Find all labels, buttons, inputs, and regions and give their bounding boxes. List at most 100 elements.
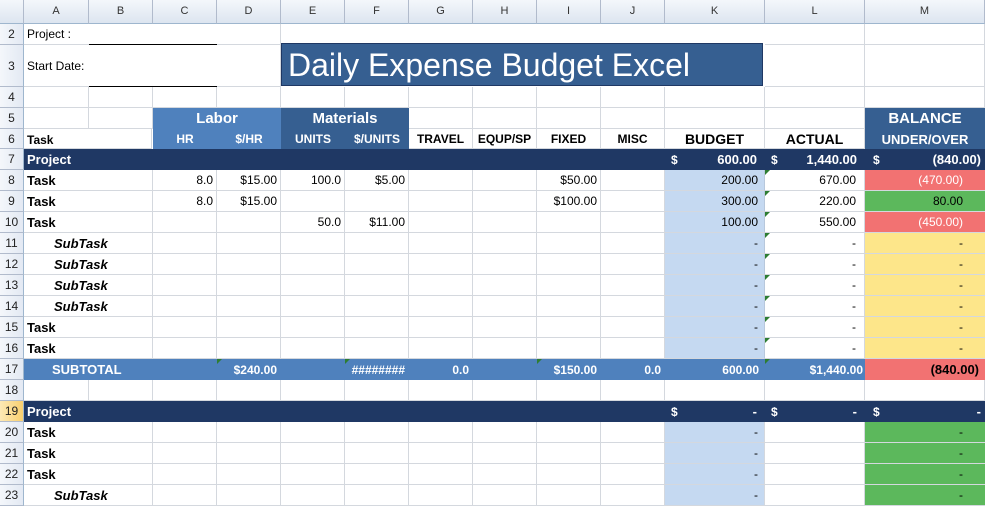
- units-cell[interactable]: 100.0: [281, 170, 345, 191]
- empty-cell[interactable]: [217, 485, 281, 506]
- travel-cell[interactable]: [409, 170, 473, 191]
- fixed-cell[interactable]: $100.00: [537, 191, 601, 212]
- travel-cell[interactable]: [409, 296, 473, 317]
- row-header-17[interactable]: 17: [0, 359, 24, 380]
- row-header-3[interactable]: 3: [0, 45, 24, 87]
- column-header-f[interactable]: F: [345, 0, 409, 24]
- empty-cell[interactable]: [24, 87, 89, 108]
- empty-cell[interactable]: [765, 380, 865, 401]
- empty-cell[interactable]: [153, 380, 217, 401]
- fixed-cell[interactable]: $50.00: [537, 170, 601, 191]
- fixed-cell[interactable]: [537, 212, 601, 233]
- misc-cell[interactable]: [601, 296, 665, 317]
- row-header-19[interactable]: 19: [0, 401, 24, 422]
- empty-cell[interactable]: [537, 464, 601, 485]
- budget-cell[interactable]: -: [665, 296, 765, 317]
- balance-cell[interactable]: (450.00): [865, 212, 985, 233]
- actual-cell[interactable]: -: [765, 233, 865, 254]
- empty-cell[interactable]: [345, 422, 409, 443]
- equp-cell[interactable]: [473, 254, 537, 275]
- row-header-21[interactable]: 21: [0, 443, 24, 464]
- budget-cell[interactable]: -: [665, 233, 765, 254]
- actual-cell[interactable]: -: [765, 338, 865, 359]
- empty-cell[interactable]: [601, 108, 665, 129]
- fixed-cell[interactable]: [537, 254, 601, 275]
- empty-cell[interactable]: [765, 45, 865, 87]
- travel-cell[interactable]: [409, 254, 473, 275]
- balance-cell[interactable]: -: [865, 317, 985, 338]
- empty-cell[interactable]: [765, 87, 865, 108]
- balance-cell[interactable]: -: [865, 296, 985, 317]
- rate-cell[interactable]: [217, 275, 281, 296]
- units-cell[interactable]: [281, 317, 345, 338]
- fixed-cell[interactable]: [537, 296, 601, 317]
- empty-cell[interactable]: [153, 485, 217, 506]
- rate-cell[interactable]: $15.00: [217, 191, 281, 212]
- budget-cell[interactable]: -: [665, 338, 765, 359]
- fixed-cell[interactable]: [537, 275, 601, 296]
- actual-cell[interactable]: [765, 485, 865, 506]
- empty-cell[interactable]: [409, 380, 473, 401]
- empty-cell[interactable]: [409, 108, 473, 129]
- budget-cell[interactable]: -: [665, 485, 765, 506]
- balance-cell[interactable]: -: [865, 443, 985, 464]
- column-header-c[interactable]: C: [153, 0, 217, 24]
- empty-cell[interactable]: [89, 108, 153, 129]
- misc-cell[interactable]: [601, 170, 665, 191]
- empty-cell[interactable]: [153, 443, 217, 464]
- hr-cell[interactable]: [153, 275, 217, 296]
- empty-cell[interactable]: [537, 443, 601, 464]
- budget-cell[interactable]: -: [665, 422, 765, 443]
- balance-cell[interactable]: (470.00): [865, 170, 985, 191]
- rate-cell[interactable]: [217, 296, 281, 317]
- travel-cell[interactable]: [409, 317, 473, 338]
- row-header-11[interactable]: 11: [0, 233, 24, 254]
- task-name[interactable]: Task: [24, 317, 153, 338]
- empty-cell[interactable]: [865, 380, 985, 401]
- equp-cell[interactable]: [473, 317, 537, 338]
- empty-cell[interactable]: [473, 380, 537, 401]
- empty-cell[interactable]: [601, 485, 665, 506]
- empty-cell[interactable]: [601, 464, 665, 485]
- empty-cell[interactable]: [217, 422, 281, 443]
- project-name-input[interactable]: [89, 24, 217, 45]
- project-budget-total[interactable]: -: [685, 401, 765, 422]
- actual-cell[interactable]: -: [765, 254, 865, 275]
- empty-cell[interactable]: [473, 87, 537, 108]
- equp-cell[interactable]: [473, 275, 537, 296]
- subtotal-balance[interactable]: (840.00): [865, 359, 985, 380]
- empty-cell[interactable]: [537, 87, 601, 108]
- budget-cell[interactable]: -: [665, 464, 765, 485]
- empty-cell[interactable]: [601, 422, 665, 443]
- empty-cell[interactable]: [24, 380, 89, 401]
- balance-cell[interactable]: -: [865, 485, 985, 506]
- empty-cell[interactable]: [345, 485, 409, 506]
- hr-cell[interactable]: [153, 296, 217, 317]
- equp-cell[interactable]: [473, 191, 537, 212]
- empty-cell[interactable]: [345, 464, 409, 485]
- budget-cell[interactable]: 200.00: [665, 170, 765, 191]
- column-header-b[interactable]: B: [89, 0, 153, 24]
- row-header-22[interactable]: 22: [0, 464, 24, 485]
- budget-cell[interactable]: -: [665, 275, 765, 296]
- balance-cell[interactable]: -: [865, 275, 985, 296]
- column-header-h[interactable]: H: [473, 0, 537, 24]
- unit-cost-cell[interactable]: [345, 191, 409, 212]
- empty-cell[interactable]: [153, 87, 217, 108]
- project-actual-total[interactable]: 1,440.00: [785, 149, 865, 170]
- subtask-name[interactable]: SubTask: [24, 275, 153, 296]
- subtask-name[interactable]: SubTask: [24, 233, 153, 254]
- task-name[interactable]: Task: [24, 422, 153, 443]
- empty-cell[interactable]: [537, 380, 601, 401]
- row-header-4[interactable]: 4: [0, 87, 24, 108]
- empty-cell[interactable]: [281, 422, 345, 443]
- balance-cell[interactable]: -: [865, 254, 985, 275]
- misc-cell[interactable]: [601, 212, 665, 233]
- empty-cell[interactable]: [345, 87, 409, 108]
- column-header-g[interactable]: G: [409, 0, 473, 24]
- task-name[interactable]: Task: [24, 191, 153, 212]
- empty-cell[interactable]: [345, 380, 409, 401]
- budget-cell[interactable]: 300.00: [665, 191, 765, 212]
- hr-cell[interactable]: [153, 233, 217, 254]
- empty-cell[interactable]: [153, 464, 217, 485]
